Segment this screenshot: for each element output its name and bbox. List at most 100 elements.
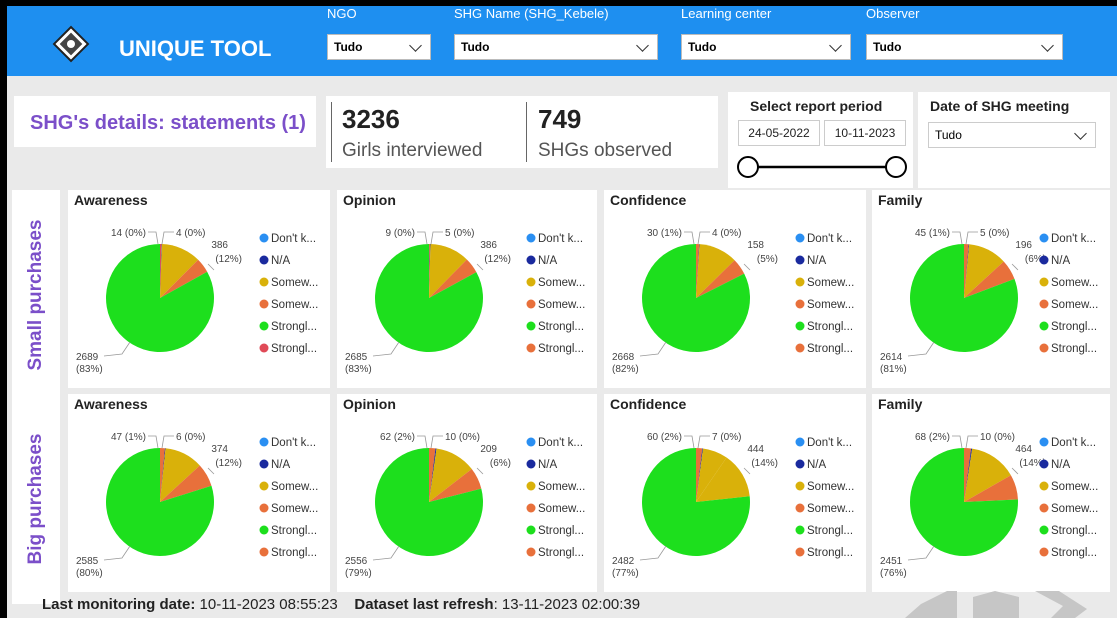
legend-item: Strongl... (1051, 343, 1097, 355)
data-label: 2451 (880, 556, 903, 567)
pie-chart: 2689(83%) 14 (0%) 4 (0%) 386 (12%) Don't k...… (76, 228, 318, 375)
leader-line (743, 263, 751, 271)
legend-marker (795, 277, 805, 287)
filter-learning-center: Learning center Tudo (681, 6, 851, 60)
legend-item: Strongl... (538, 525, 584, 537)
legend-marker (795, 321, 805, 331)
legend-marker (1039, 459, 1049, 469)
leader-line (161, 435, 174, 449)
end-date-input[interactable]: 10-11-2023 (824, 120, 906, 146)
legend-marker (1039, 343, 1049, 353)
start-date-input[interactable]: 24-05-2022 (738, 120, 820, 146)
data-label: (5%) (757, 254, 778, 265)
legend-item: N/A (271, 255, 291, 267)
legend-item: Strongl... (271, 525, 317, 537)
data-label: 10 (0%) (980, 432, 1015, 443)
legend-item: Somew... (538, 299, 585, 311)
data-label: 2685 (345, 352, 368, 363)
chevron-down-icon (636, 39, 649, 52)
chevron-left-icon[interactable] (895, 591, 957, 618)
legend-item: N/A (807, 459, 827, 471)
meeting-date-select[interactable]: Tudo (928, 122, 1096, 148)
chevron-down-icon (829, 39, 842, 52)
data-label: (79%) (345, 568, 372, 579)
legend-marker (526, 299, 536, 309)
legend-marker (259, 503, 269, 513)
chevron-right-icon[interactable] (1035, 591, 1097, 618)
home-square-icon[interactable] (965, 591, 1027, 618)
filter-observer-select[interactable]: Tudo (866, 34, 1063, 60)
legend-marker (1039, 299, 1049, 309)
leader-line (417, 435, 428, 449)
pie-card: Awareness 2689 (83%) 14 (0%) 4 (0%) 386 (12%) D… (68, 190, 330, 388)
chevron-down-icon (1074, 127, 1087, 140)
legend-item: Strongl... (807, 321, 853, 333)
legend-marker (1039, 233, 1049, 243)
pie-chart: 2585(80%) 47 (1%) 6 (0%) 374 (12%) Don't k...… (76, 432, 318, 579)
leader-line (684, 231, 695, 245)
filter-value: Tudo (873, 40, 902, 54)
data-label: 62 (2%) (380, 432, 415, 443)
data-label: (81%) (880, 364, 907, 375)
legend-item: Don't k... (807, 233, 852, 245)
data-label: 2585 (76, 556, 99, 567)
filter-label: NGO (327, 6, 357, 21)
filter-ngo-select[interactable]: Tudo (327, 34, 431, 60)
meeting-date-card: Date of SHG meeting Tudo (918, 92, 1110, 188)
pie-card: Family 2614 (81%) 45 (1%) 5 (0%) 196 (6%) Don't… (872, 190, 1110, 388)
pie-card: Awareness 2585 (80%) 47 (1%) 6 (0%) 374 (12%) D… (68, 394, 330, 592)
top-bar: UNIQUE TOOL NGO Tudo SHG Name (SHG_Kebel… (7, 6, 1117, 76)
filter-value: Tudo (688, 40, 717, 54)
date-range-slider[interactable] (736, 152, 908, 182)
legend-marker (1039, 437, 1049, 447)
legend-marker (795, 547, 805, 557)
legend-marker (795, 525, 805, 535)
legend-item: Somew... (271, 299, 318, 311)
filter-label: Learning center (681, 6, 772, 21)
legend-item: Don't k... (807, 437, 852, 449)
leader-line (965, 231, 978, 245)
data-label: 6 (0%) (176, 432, 205, 443)
legend-item: Somew... (271, 481, 318, 493)
data-label: 4 (0%) (176, 228, 205, 239)
divider (526, 102, 527, 162)
legend-marker (259, 255, 269, 265)
data-label: 2668 (612, 352, 635, 363)
data-label: 2482 (612, 556, 635, 567)
row-label-text: Small purchases (25, 219, 46, 371)
legend-item: Strongl... (271, 321, 317, 333)
row-label-text: Big purchases (25, 433, 46, 565)
data-label: 209 (480, 444, 497, 455)
statement-card: SHG's details: statements (1) (14, 96, 316, 147)
legend-marker (526, 459, 536, 469)
filter-shg-name-select[interactable]: Tudo (454, 34, 658, 60)
data-label: 45 (1%) (915, 228, 950, 239)
filter-learning-center-select[interactable]: Tudo (681, 34, 851, 60)
legend-marker (1039, 481, 1049, 491)
meeting-date-title: Date of SHG meeting (930, 98, 1070, 114)
legend-item: N/A (538, 255, 558, 267)
leader-line (1011, 467, 1019, 475)
legend-marker (1039, 255, 1049, 265)
data-label: (12%) (215, 458, 242, 469)
legend-item: Strongl... (271, 343, 317, 355)
data-label: 5 (0%) (980, 228, 1009, 239)
pie-card: Opinion 2685 (83%) 9 (0%) 5 (0%) 386 (12%) Don'… (337, 190, 597, 388)
data-label: 5 (0%) (445, 228, 474, 239)
app-title: UNIQUE TOOL (119, 36, 272, 61)
legend-item: Somew... (538, 503, 585, 515)
legend-item: Strongl... (807, 547, 853, 559)
refresh-label: Dataset last refresh (354, 596, 494, 613)
legend-marker (1039, 277, 1049, 287)
pie-chart: 2451(76%)68 (2%) 10 (0%)464(14%)Don't k..… (880, 432, 1098, 579)
data-label: 196 (1015, 240, 1032, 251)
leader-line (952, 231, 963, 245)
data-label: 60 (2%) (647, 432, 682, 443)
legend-marker (795, 343, 805, 353)
legend-item: Strongl... (538, 547, 584, 559)
row-label-small-purchases: Small purchases (12, 190, 60, 400)
row-label-big-purchases: Big purchases (12, 394, 60, 604)
legend-item: Somew... (1051, 299, 1098, 311)
legend-marker (795, 255, 805, 265)
slider-handle-end (885, 156, 907, 178)
